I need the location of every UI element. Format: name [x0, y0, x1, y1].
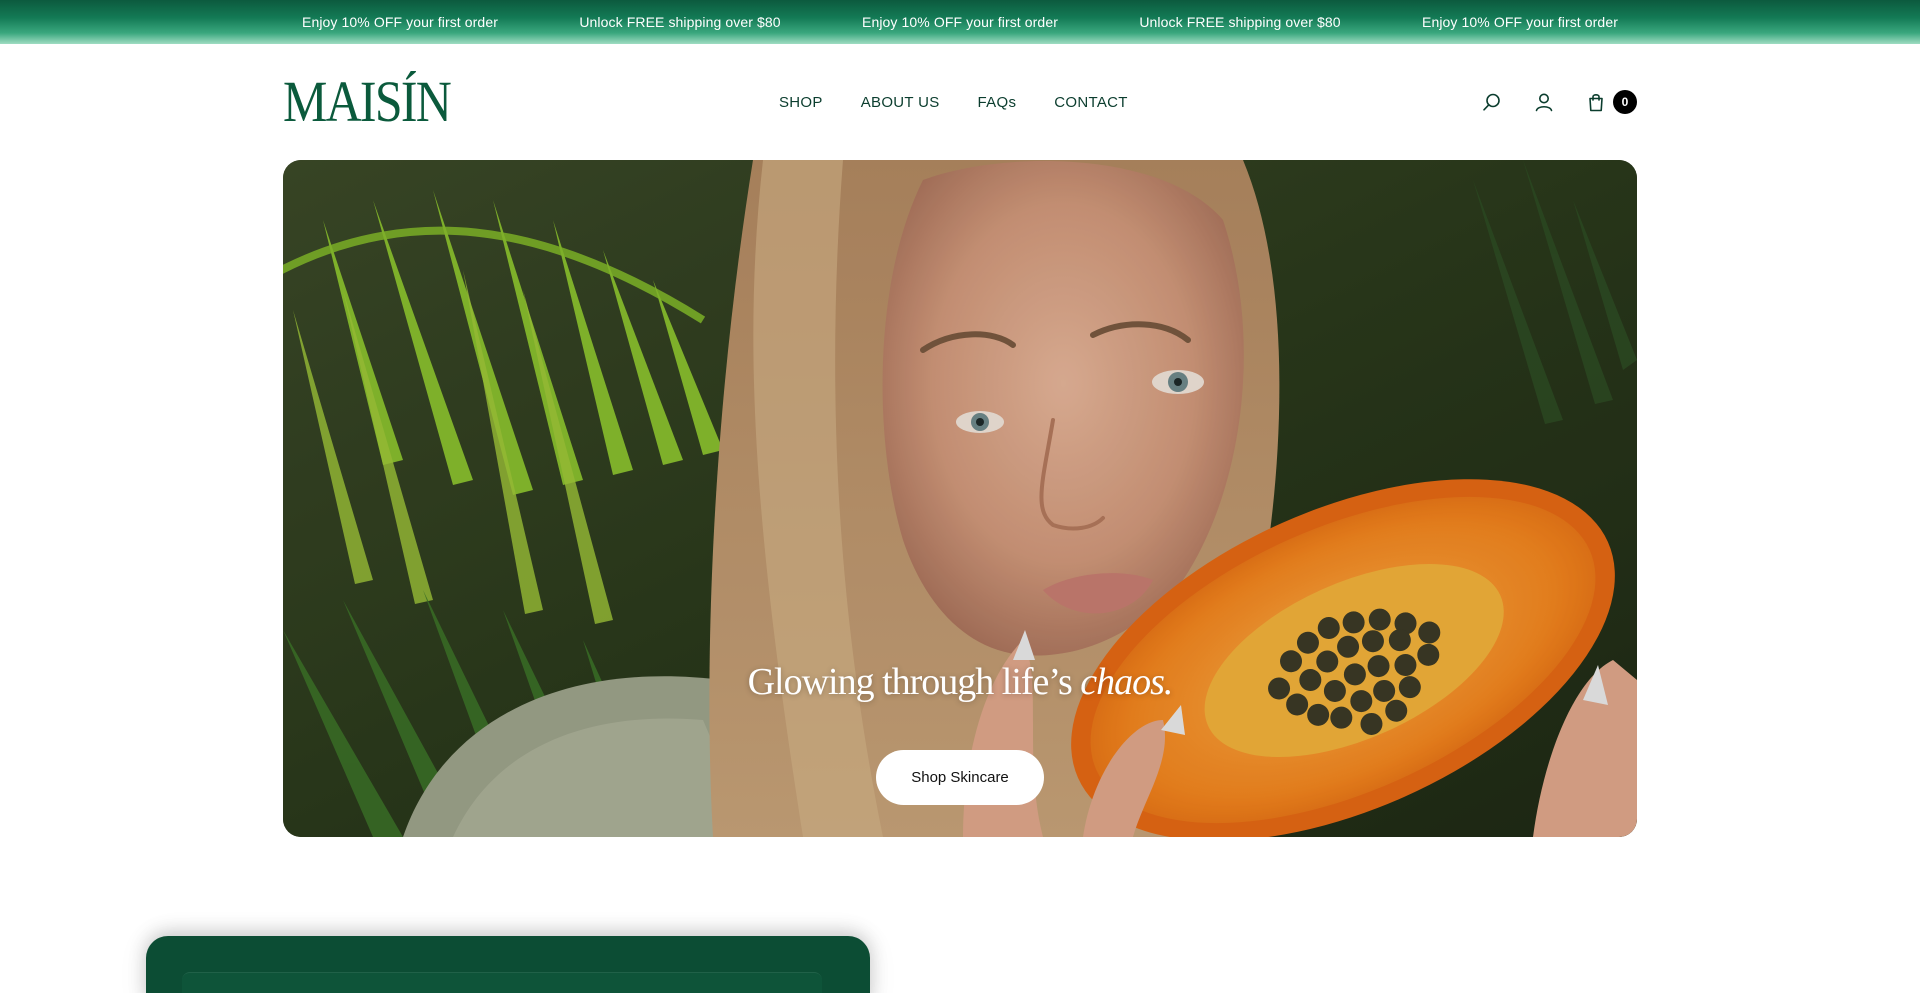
nav-link-about-us[interactable]: ABOUT US [861, 94, 940, 111]
cart-icon[interactable] [1583, 89, 1609, 115]
nav-link-shop[interactable]: SHOP [779, 94, 823, 111]
main-nav: SHOP ABOUT US FAQs CONTACT [779, 44, 1128, 160]
announcement-bar: Enjoy 10% OFF your first order Unlock FR… [0, 0, 1920, 44]
product-preview-card [146, 936, 870, 993]
hero-title-main: Glowing through life’s [747, 661, 1081, 703]
cart-count-badge: 0 [1613, 90, 1637, 114]
nav-link-faqs[interactable]: FAQs [978, 94, 1017, 111]
hero-title-emphasis: chaos. [1080, 661, 1173, 703]
cart-button[interactable]: 0 [1583, 89, 1637, 115]
site-logo[interactable]: MAISÍN [283, 73, 452, 131]
announcement-item: Enjoy 10% OFF your first order [862, 14, 1058, 30]
hero-title: Glowing through life’s chaos. [283, 660, 1637, 704]
account-icon[interactable] [1531, 89, 1557, 115]
hero-banner: Glowing through life’s chaos. Shop Skinc… [283, 160, 1637, 837]
product-preview-inner [182, 972, 822, 993]
header-actions: 0 [1479, 44, 1637, 160]
search-icon[interactable] [1479, 89, 1505, 115]
announcement-item: Unlock FREE shipping over $80 [579, 14, 781, 30]
announcement-item: Enjoy 10% OFF your first order [1422, 14, 1618, 30]
hero-image [283, 160, 1637, 837]
announcement-track: Enjoy 10% OFF your first order Unlock FR… [260, 14, 1660, 30]
site-header: MAISÍN SHOP ABOUT US FAQs CONTACT 0 [283, 44, 1637, 160]
shop-skincare-button[interactable]: Shop Skincare [876, 750, 1044, 805]
announcement-item: Unlock FREE shipping over $80 [1139, 14, 1341, 30]
nav-link-contact[interactable]: CONTACT [1054, 94, 1127, 111]
announcement-item: Enjoy 10% OFF your first order [302, 14, 498, 30]
